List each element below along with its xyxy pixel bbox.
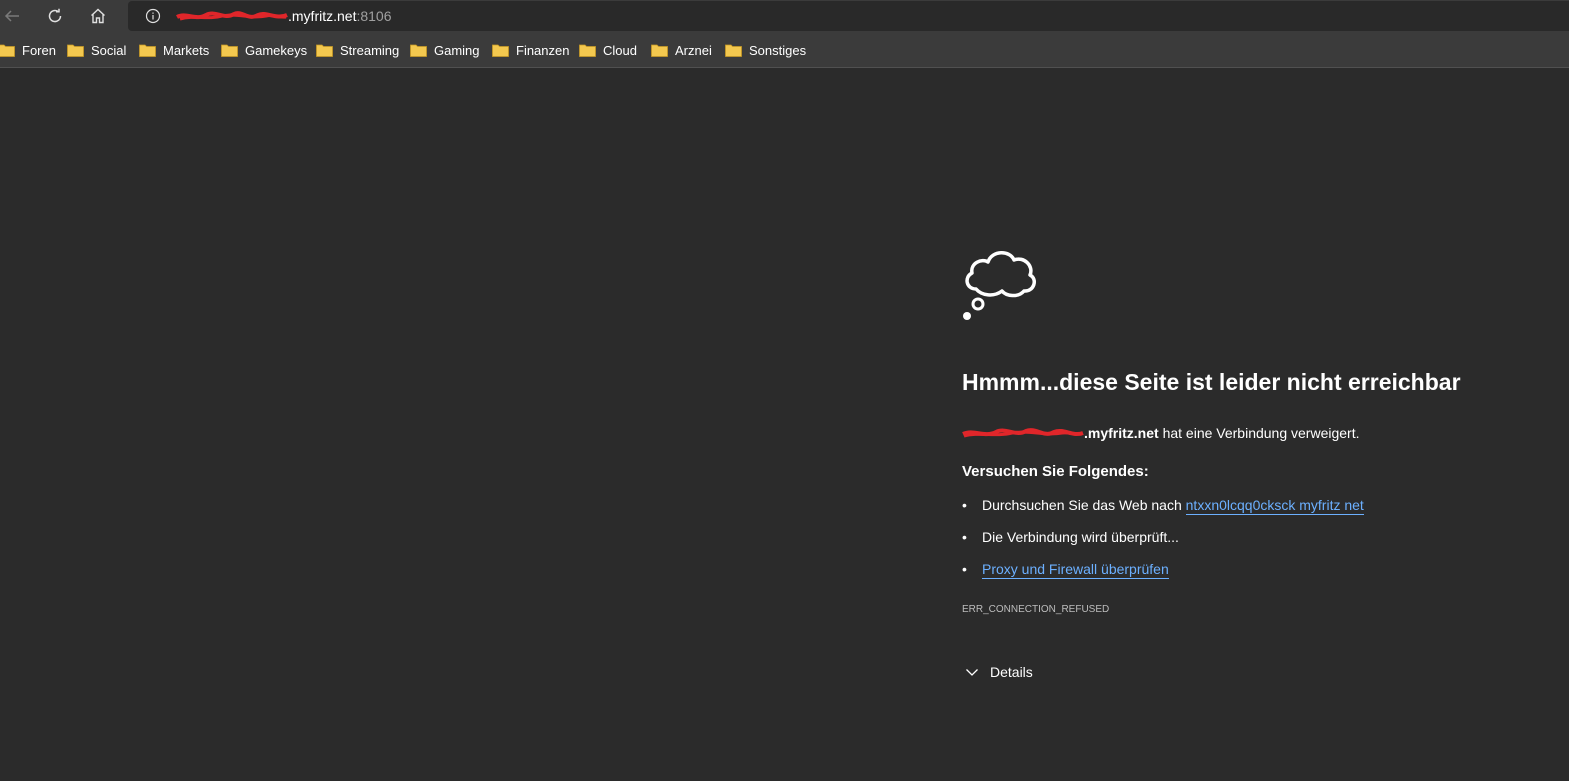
suggestion-text: Durchsuchen Sie das Web nach <box>982 497 1186 513</box>
refresh-icon <box>48 8 62 23</box>
suggestion-text: Die Verbindung wird überprüft... <box>982 529 1179 545</box>
suggestion-check-connection: • Die Verbindung wird überprüft... <box>962 529 1179 545</box>
bullet: • <box>962 561 967 577</box>
bookmark-cloud[interactable]: Cloud <box>579 41 637 59</box>
folder-icon <box>651 44 668 57</box>
suggestion-proxy-firewall: • Proxy und Firewall überprüfen <box>962 561 1169 579</box>
details-toggle[interactable]: Details <box>964 664 1033 680</box>
bookmark-markets[interactable]: Markets <box>139 41 209 59</box>
bullet: • <box>962 529 967 545</box>
thought-cloud-icon <box>963 251 1036 320</box>
bookmark-gaming[interactable]: Gaming <box>410 41 480 59</box>
folder-icon <box>725 44 742 57</box>
back-button[interactable] <box>0 0 27 32</box>
bookmark-label: Foren <box>22 42 56 58</box>
suggestion-search: • Durchsuchen Sie das Web nach ntxxn0lcqq… <box>962 497 1364 515</box>
folder-icon <box>221 44 238 57</box>
bookmark-finanzen[interactable]: Finanzen <box>492 41 569 59</box>
bookmark-label: Gamekeys <box>245 42 308 58</box>
bookmark-sonstiges[interactable]: Sonstiges <box>725 41 806 59</box>
chevron-down-icon <box>966 669 978 676</box>
bookmark-label: Cloud <box>603 42 637 58</box>
bookmark-label: Gaming <box>434 42 480 58</box>
url-host: .myfritz.net <box>288 8 357 24</box>
redacted-hostname-scribble <box>176 10 288 22</box>
search-web-link[interactable]: ntxxn0lcqq0cksck myfritz net <box>1185 497 1364 515</box>
url-text[interactable]: .myfritz.net:8106 <box>176 8 392 24</box>
try-heading: Versuchen Sie Folgendes: <box>962 463 1149 480</box>
home-button[interactable] <box>83 0 113 32</box>
bookmark-label: Arznei <box>675 42 712 58</box>
error-message: .myfritz.net hat eine Verbindung verweig… <box>962 425 1360 441</box>
redacted-hostname-scribble <box>962 427 1084 439</box>
folder-icon <box>492 44 509 57</box>
refresh-button[interactable] <box>40 0 70 32</box>
bookmark-streaming[interactable]: Streaming <box>316 41 399 59</box>
address-bar[interactable]: .myfritz.net:8106 <box>128 1 1569 31</box>
bookmark-label: Sonstiges <box>749 42 807 58</box>
folder-icon <box>579 44 596 57</box>
bookmarks-bar: Foren Social Markets Gamekeys Streaming … <box>0 32 1569 68</box>
error-code: ERR_CONNECTION_REFUSED <box>962 604 1110 615</box>
folder-icon <box>410 44 427 57</box>
bookmark-label: Finanzen <box>516 42 570 58</box>
bookmark-arznei[interactable]: Arznei <box>651 41 712 59</box>
details-label: Details <box>990 664 1033 680</box>
bookmark-label: Social <box>91 42 127 58</box>
error-refused-text: hat eine Verbindung verweigert. <box>1158 425 1360 441</box>
info-icon[interactable] <box>145 8 161 24</box>
folder-icon <box>316 44 333 57</box>
folder-icon <box>67 44 84 57</box>
bookmark-gamekeys[interactable]: Gamekeys <box>221 41 307 59</box>
bookmark-social[interactable]: Social <box>67 41 126 59</box>
browser-toolbar: .myfritz.net:8106 <box>0 0 1569 32</box>
error-host: .myfritz.net <box>1084 425 1159 441</box>
arrow-left-icon <box>4 10 19 22</box>
proxy-firewall-link[interactable]: Proxy und Firewall überprüfen <box>982 561 1169 579</box>
folder-icon <box>139 44 156 57</box>
url-port: :8106 <box>356 8 392 24</box>
bookmark-label: Streaming <box>340 42 400 58</box>
bullet: • <box>962 497 967 513</box>
home-icon <box>91 8 105 24</box>
error-title: Hmmm...diese Seite ist leider nicht erre… <box>962 369 1461 395</box>
bookmark-foren[interactable]: Foren <box>0 41 56 59</box>
folder-icon <box>0 44 15 57</box>
bookmark-label: Markets <box>163 42 210 58</box>
